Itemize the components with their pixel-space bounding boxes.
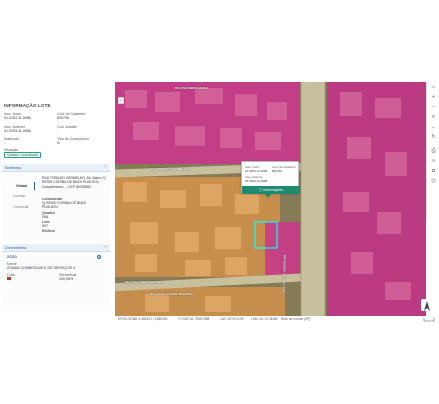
field-value: 839730: [57, 116, 69, 120]
field-value: 008: [42, 215, 48, 219]
field-value: -: [4, 141, 6, 145]
field-label: Edifício: [42, 229, 55, 233]
chevron-up-icon: ⌃: [103, 245, 107, 251]
status-badge: Quadra Consolidada: [4, 152, 42, 158]
popup-value: 01.0153.11.0086: [245, 169, 268, 173]
popup-value: 01.0153.11.0086: [245, 179, 268, 183]
compass-icon[interactable]: [421, 299, 433, 311]
status-x: X:481871,71655491: [138, 317, 168, 321]
zone-perc-value: 100,00%: [59, 277, 74, 281]
status-hint: Role do mouse (ZP): [281, 317, 311, 321]
tab-comercial[interactable]: Comercial: [13, 205, 28, 209]
map-view[interactable]: RUA TORILDO VERMELHO RUA ALBA CORINA MOR…: [115, 82, 426, 316]
map-status-bar: EPSG:31982 X:481871,71655491 Y:7420741,7…: [115, 316, 426, 323]
popup-value: 839730: [272, 169, 283, 173]
lock-icon: [7, 277, 11, 280]
zone-name-value: ZONAS COMERCIAIS E DE SERVIÇOS 3: [7, 266, 76, 270]
info-icon[interactable]: i: [97, 255, 101, 259]
home-icon[interactable]: ⌂: [430, 84, 437, 91]
popup-tail: [264, 193, 272, 198]
refresh-icon[interactable]: ↻: [430, 134, 437, 141]
field-value: Cj RESID CORINA DE BIAGI PUGLIESI: [42, 201, 87, 210]
link-icon[interactable]: ∞: [430, 158, 437, 165]
zoom-in-icon[interactable]: +: [430, 94, 437, 101]
status-epsg: EPSG:31982: [118, 317, 138, 321]
field-label: Tipo do Condomínio: [57, 137, 90, 141]
field-value: 01.0153.11.0086: [4, 129, 31, 133]
zoneamento-header-label: Zoneamento: [5, 245, 27, 250]
location-icon[interactable]: ◎: [430, 178, 437, 185]
tab-corresp[interactable]: Corresp.: [13, 194, 26, 198]
field-value: 007: [42, 224, 48, 228]
status-lat: LAT:-23°20'4.05": [220, 317, 245, 321]
camera-icon[interactable]: ◘: [430, 168, 437, 175]
chevron-up-icon: ⌃: [103, 165, 107, 171]
lot-info-panel: INFORMAÇÃO LOTE Insc. Imob. 01.0153.11.0…: [0, 100, 113, 306]
print-icon[interactable]: ⎙: [430, 148, 437, 155]
endereco-header[interactable]: Endereço ⌃: [2, 164, 110, 172]
zoneamento-header[interactable]: Zoneamento ⌃: [2, 244, 110, 252]
street-label: RUA ORLANDO SANCHES: [125, 280, 163, 284]
back-icon[interactable]: ←: [430, 124, 437, 131]
lot-popup: Insc. Imob. 01.0153.11.0086 Cód. do Cada…: [241, 161, 300, 194]
zoom-out-icon[interactable]: −: [430, 104, 437, 111]
zoneamento-body: ZCS3 i Nome ZONAS COMERCIAIS E DE SERVIÇ…: [2, 252, 110, 306]
status-y: Y:7420741,75257088: [178, 317, 210, 321]
info-button-label: Informações: [263, 188, 284, 192]
map-toolbar: ⌂ + − ≡ ← ↻ ⎙ ∞ ◘ ◎: [426, 82, 439, 222]
street-label: RUA PALMEIRA MARIA: [175, 86, 209, 90]
status-lon: LON:-51°12'48.86": [251, 317, 279, 321]
field-label: Matrícula: [4, 137, 19, 141]
street-label: RUA TORILDO VERMELHO: [150, 167, 189, 171]
panel-title: INFORMAÇÃO LOTE: [4, 103, 51, 108]
layers-icon[interactable]: ≡: [430, 114, 437, 121]
endereco-body: Global Corresp. Comercial RUA TORILDO VE…: [2, 172, 110, 242]
tab-global[interactable]: Global: [5, 182, 35, 190]
street-label: RUA ALBA CORINA MOREIRA: [150, 292, 193, 296]
chevron-left-icon[interactable]: ‹: [118, 97, 124, 104]
field-value: 01.0153.11.0086: [4, 116, 31, 120]
endereco-header-label: Endereço: [5, 165, 22, 170]
address-text: RUA TORILDO VERMELHO, 84, Bairro Cj RESI…: [42, 176, 106, 189]
field-value: -: [57, 129, 59, 133]
scale-bar: [423, 317, 435, 322]
field-value: N: [57, 141, 60, 145]
zone-code: ZCS3: [7, 255, 17, 259]
field-label: Cód. Análise: [57, 125, 78, 129]
